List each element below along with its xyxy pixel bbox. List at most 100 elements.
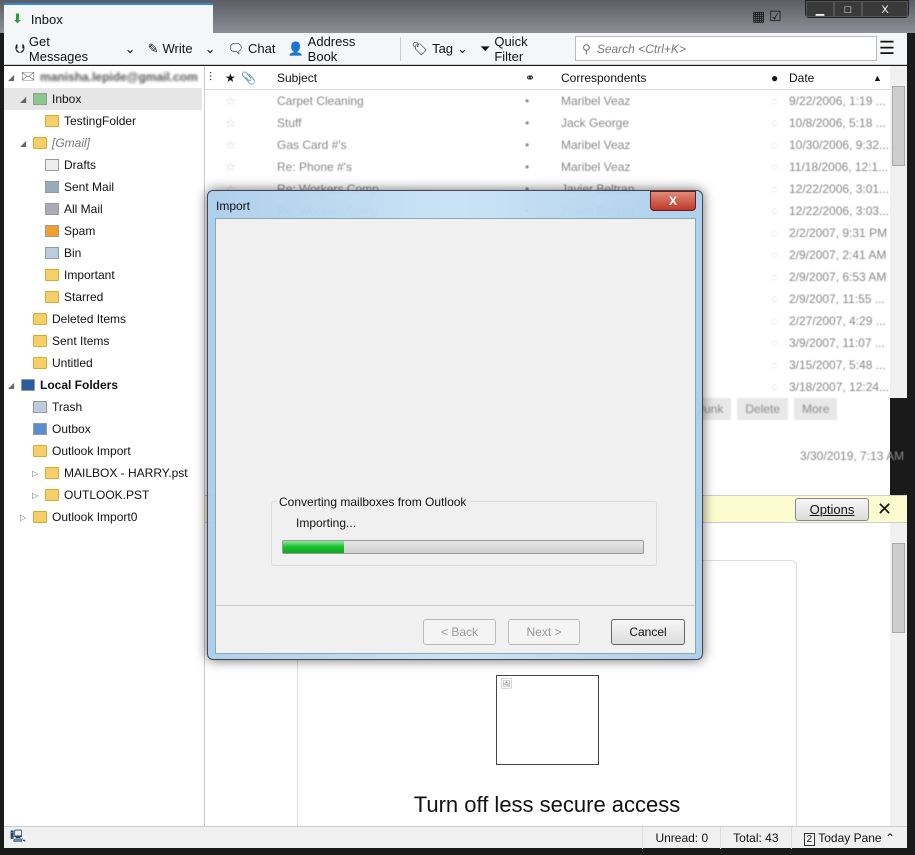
tag-button[interactable]: 🏷 Tag ⌄ xyxy=(407,37,473,61)
subject-column-header[interactable]: Subject xyxy=(277,71,525,85)
account-item[interactable]: ◢ 🖂 manisha.lepide@gmail.com xyxy=(4,66,204,88)
folder-item[interactable]: Outlook Import xyxy=(4,440,204,462)
folder-label: Outlook Import0 xyxy=(52,510,138,524)
folder-item[interactable]: Deleted Items xyxy=(4,308,204,330)
cancel-button[interactable]: Cancel xyxy=(611,619,685,645)
message-subject: Re: Phone #'s xyxy=(277,160,353,174)
folder-icon xyxy=(33,445,47,457)
folder-item[interactable]: ▷ OUTLOOK.PST xyxy=(4,484,204,506)
delete-button[interactable]: Delete xyxy=(737,398,789,420)
import-status: Importing... xyxy=(296,516,357,530)
folder-item[interactable]: Sent Mail xyxy=(4,176,204,198)
sent-icon xyxy=(45,181,59,193)
group-label: Converting mailboxes from Outlook xyxy=(277,495,469,509)
write-button[interactable]: ✎ Write xyxy=(143,37,198,61)
folder-item[interactable]: Untitled xyxy=(4,352,204,374)
calendar-icon[interactable]: ▦ ☑ xyxy=(752,8,782,25)
junk-column-icon[interactable]: ● xyxy=(771,71,789,85)
folder-icon xyxy=(33,335,47,347)
folder-item[interactable]: TestingFolder xyxy=(4,110,204,132)
folder-item[interactable]: ▷ MAILBOX - HARRY.pst xyxy=(4,462,204,484)
twisty-icon[interactable]: ▷ xyxy=(32,491,40,500)
trash-icon xyxy=(33,401,47,413)
minimize-button[interactable]: ▁ xyxy=(806,1,834,17)
twisty-icon[interactable]: ◢ xyxy=(8,381,16,390)
tab-inbox[interactable]: ⬇ Inbox xyxy=(4,3,213,33)
folder-item[interactable]: ◢ [Gmail] xyxy=(4,132,204,154)
dialog-close-button[interactable]: X xyxy=(650,191,696,211)
thread-column-icon[interactable]: ⫶ xyxy=(205,70,225,85)
search-placeholder: Search <Ctrl+K> xyxy=(596,41,686,56)
folder-item[interactable]: Outbox xyxy=(4,418,204,440)
folder-item[interactable]: ◢ Local Folders xyxy=(4,374,204,396)
message-list-scrollbar[interactable] xyxy=(890,66,907,398)
quick-filter-button[interactable]: ⏷ Quick Filter xyxy=(475,34,565,64)
folder-item[interactable]: Trash xyxy=(4,396,204,418)
back-button[interactable]: < Back xyxy=(423,619,496,645)
get-messages-button[interactable]: ⮋ Get Messages xyxy=(10,34,118,64)
junk-status-icon: ○ xyxy=(771,94,779,108)
message-date: 9/22/2006, 1:19 ... xyxy=(789,94,886,108)
twisty-icon[interactable]: ◢ xyxy=(20,139,28,148)
folder-item[interactable]: ◢ Inbox xyxy=(4,88,202,110)
message-row[interactable]: ☆ Gas Card #'s • Maribel Veaz ○ 10/30/2006, 9… xyxy=(205,134,890,156)
close-notification-icon[interactable]: ✕ xyxy=(877,499,892,520)
inbox-icon xyxy=(33,93,47,105)
folder-item[interactable]: Bin xyxy=(4,242,204,264)
filter-icon: ⏷ xyxy=(479,40,491,56)
folder-label: MAILBOX - HARRY.pst xyxy=(64,466,188,480)
maximize-button[interactable]: □ xyxy=(834,1,862,17)
message-row[interactable]: ☆ Stuff • Jack George ○ 10/8/2006, 5:18 ... xyxy=(205,112,890,134)
folder-item[interactable]: ▷ Outlook Import0 xyxy=(4,506,204,528)
tag-icon: 🏷 xyxy=(411,40,429,56)
today-pane-toggle[interactable]: 2 Today Pane ⌃ xyxy=(790,826,907,849)
online-status-icon[interactable]: 🖳 xyxy=(4,827,26,848)
folder-item[interactable]: Drafts xyxy=(4,154,204,176)
contact-icon: 👤 xyxy=(287,40,304,56)
read-column-icon[interactable]: ⚭ xyxy=(525,71,561,85)
unread-count: Unread: 0 xyxy=(642,826,720,849)
search-input[interactable]: ⚲ Search <Ctrl+K> xyxy=(575,36,877,61)
message-date: 11/18/2006, 12:1... xyxy=(789,160,889,174)
get-messages-dropdown[interactable]: ⌄ xyxy=(120,37,141,61)
chat-button[interactable]: 🗨 Chat xyxy=(223,37,281,61)
chat-label: Chat xyxy=(248,41,276,56)
twisty-icon[interactable]: ▷ xyxy=(20,513,28,522)
message-body-scrollbar[interactable] xyxy=(890,523,907,826)
folder-label: Untitled xyxy=(52,356,93,370)
more-button[interactable]: More xyxy=(794,398,838,420)
dialog-divider xyxy=(216,605,695,606)
message-date: 3/15/2007, 5:48 ... xyxy=(789,358,886,372)
twisty-icon[interactable]: ▷ xyxy=(32,469,40,478)
date-column-header[interactable]: Date xyxy=(789,71,873,85)
star-icon: ☆ xyxy=(225,160,236,174)
next-button[interactable]: Next > xyxy=(508,619,580,645)
junk-status-icon: ○ xyxy=(771,204,779,218)
message-row[interactable]: ☆ Re: Phone #'s • Maribel Veaz ○ 11/18/2006, … xyxy=(205,156,890,178)
attachment-column-icon[interactable]: 📎 xyxy=(241,71,277,85)
dialog-body: Converting mailboxes from Outlook Import… xyxy=(215,218,696,654)
write-dropdown[interactable]: ⌄ xyxy=(200,37,221,61)
star-column-icon[interactable]: ★ xyxy=(225,71,241,85)
message-date: 2/9/2007, 2:41 AM xyxy=(789,248,887,262)
address-book-button[interactable]: 👤 Address Book xyxy=(282,34,393,64)
progress-fill xyxy=(283,541,345,553)
hamburger-menu-icon[interactable]: ☰ xyxy=(879,38,895,59)
folder-icon xyxy=(45,269,59,281)
junk-status-icon: ○ xyxy=(771,182,779,196)
twisty-icon[interactable]: ◢ xyxy=(20,95,28,104)
toolbar-divider xyxy=(399,36,401,61)
correspondents-column-header[interactable]: Correspondents xyxy=(561,71,771,85)
folder-item[interactable]: Spam xyxy=(4,220,204,242)
junk-status-icon: ○ xyxy=(771,248,779,262)
broken-image-icon: 🖼 xyxy=(496,675,599,765)
folder-label: [Gmail] xyxy=(52,136,91,150)
folder-item[interactable]: Starred xyxy=(4,286,204,308)
today-pane-label: Today Pane xyxy=(818,830,882,845)
folder-item[interactable]: Sent Items xyxy=(4,330,204,352)
close-button[interactable]: X xyxy=(862,1,908,17)
message-row[interactable]: ☆ Carpet Cleaning • Maribel Veaz ○ 9/22/2006,… xyxy=(205,90,890,112)
options-button[interactable]: Options xyxy=(795,498,869,521)
folder-item[interactable]: All Mail xyxy=(4,198,204,220)
folder-item[interactable]: Important xyxy=(4,264,204,286)
